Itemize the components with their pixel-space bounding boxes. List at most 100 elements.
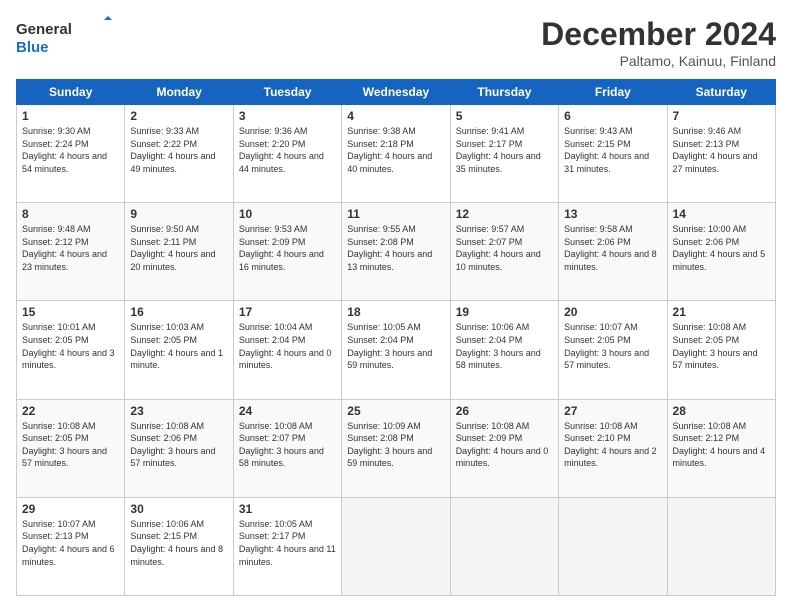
day-cell-23: 23 Sunrise: 10:08 AMSunset: 2:06 PMDayli…: [125, 399, 233, 497]
day-cell-7: 7 Sunrise: 9:46 AMSunset: 2:13 PMDayligh…: [667, 105, 775, 203]
day-info: Sunrise: 10:07 AMSunset: 2:13 PMDaylight…: [22, 519, 115, 567]
col-sunday: Sunday: [17, 80, 125, 105]
calendar-row: 29 Sunrise: 10:07 AMSunset: 2:13 PMDayli…: [17, 497, 776, 595]
day-cell-3: 3 Sunrise: 9:36 AMSunset: 2:20 PMDayligh…: [233, 105, 341, 203]
day-number: 23: [130, 404, 227, 418]
day-number: 5: [456, 109, 553, 123]
day-info: Sunrise: 9:46 AMSunset: 2:13 PMDaylight:…: [673, 126, 758, 174]
col-friday: Friday: [559, 80, 667, 105]
logo: General Blue: [16, 16, 116, 56]
day-cell-10: 10 Sunrise: 9:53 AMSunset: 2:09 PMDaylig…: [233, 203, 341, 301]
day-cell-19: 19 Sunrise: 10:06 AMSunset: 2:04 PMDayli…: [450, 301, 558, 399]
day-number: 29: [22, 502, 119, 516]
day-number: 12: [456, 207, 553, 221]
day-number: 4: [347, 109, 444, 123]
day-info: Sunrise: 9:57 AMSunset: 2:07 PMDaylight:…: [456, 224, 541, 272]
day-cell-27: 27 Sunrise: 10:08 AMSunset: 2:10 PMDayli…: [559, 399, 667, 497]
day-info: Sunrise: 9:36 AMSunset: 2:20 PMDaylight:…: [239, 126, 324, 174]
day-cell-2: 2 Sunrise: 9:33 AMSunset: 2:22 PMDayligh…: [125, 105, 233, 203]
logo-svg: General Blue: [16, 16, 116, 56]
day-info: Sunrise: 9:50 AMSunset: 2:11 PMDaylight:…: [130, 224, 215, 272]
day-cell-9: 9 Sunrise: 9:50 AMSunset: 2:11 PMDayligh…: [125, 203, 233, 301]
day-info: Sunrise: 10:07 AMSunset: 2:05 PMDaylight…: [564, 322, 649, 370]
day-info: Sunrise: 10:08 AMSunset: 2:10 PMDaylight…: [564, 421, 657, 469]
day-number: 8: [22, 207, 119, 221]
day-info: Sunrise: 9:53 AMSunset: 2:09 PMDaylight:…: [239, 224, 324, 272]
calendar-table: Sunday Monday Tuesday Wednesday Thursday…: [16, 79, 776, 596]
day-info: Sunrise: 10:08 AMSunset: 2:12 PMDaylight…: [673, 421, 766, 469]
day-info: Sunrise: 10:06 AMSunset: 2:15 PMDaylight…: [130, 519, 223, 567]
svg-text:General: General: [16, 21, 72, 38]
day-info: Sunrise: 10:08 AMSunset: 2:05 PMDaylight…: [22, 421, 107, 469]
empty-cell: [450, 497, 558, 595]
day-info: Sunrise: 10:01 AMSunset: 2:05 PMDaylight…: [22, 322, 115, 370]
day-number: 15: [22, 305, 119, 319]
day-cell-12: 12 Sunrise: 9:57 AMSunset: 2:07 PMDaylig…: [450, 203, 558, 301]
day-info: Sunrise: 10:05 AMSunset: 2:17 PMDaylight…: [239, 519, 336, 567]
day-number: 17: [239, 305, 336, 319]
day-number: 3: [239, 109, 336, 123]
day-number: 13: [564, 207, 661, 221]
day-cell-20: 20 Sunrise: 10:07 AMSunset: 2:05 PMDayli…: [559, 301, 667, 399]
empty-cell: [667, 497, 775, 595]
day-number: 9: [130, 207, 227, 221]
day-info: Sunrise: 10:00 AMSunset: 2:06 PMDaylight…: [673, 224, 766, 272]
empty-cell: [342, 497, 450, 595]
day-cell-5: 5 Sunrise: 9:41 AMSunset: 2:17 PMDayligh…: [450, 105, 558, 203]
day-info: Sunrise: 10:03 AMSunset: 2:05 PMDaylight…: [130, 322, 223, 370]
day-number: 6: [564, 109, 661, 123]
location: Paltamo, Kainuu, Finland: [541, 53, 776, 69]
title-block: December 2024 Paltamo, Kainuu, Finland: [541, 16, 776, 69]
svg-text:Blue: Blue: [16, 39, 49, 56]
day-cell-30: 30 Sunrise: 10:06 AMSunset: 2:15 PMDayli…: [125, 497, 233, 595]
calendar-page: General Blue December 2024 Paltamo, Kain…: [0, 0, 792, 612]
day-cell-31: 31 Sunrise: 10:05 AMSunset: 2:17 PMDayli…: [233, 497, 341, 595]
day-cell-18: 18 Sunrise: 10:05 AMSunset: 2:04 PMDayli…: [342, 301, 450, 399]
calendar-row: 8 Sunrise: 9:48 AMSunset: 2:12 PMDayligh…: [17, 203, 776, 301]
day-number: 7: [673, 109, 770, 123]
day-cell-22: 22 Sunrise: 10:08 AMSunset: 2:05 PMDayli…: [17, 399, 125, 497]
day-cell-25: 25 Sunrise: 10:09 AMSunset: 2:08 PMDayli…: [342, 399, 450, 497]
day-info: Sunrise: 9:41 AMSunset: 2:17 PMDaylight:…: [456, 126, 541, 174]
day-info: Sunrise: 10:04 AMSunset: 2:04 PMDaylight…: [239, 322, 332, 370]
day-number: 21: [673, 305, 770, 319]
day-info: Sunrise: 9:30 AMSunset: 2:24 PMDaylight:…: [22, 126, 107, 174]
day-cell-16: 16 Sunrise: 10:03 AMSunset: 2:05 PMDayli…: [125, 301, 233, 399]
day-cell-24: 24 Sunrise: 10:08 AMSunset: 2:07 PMDayli…: [233, 399, 341, 497]
day-number: 31: [239, 502, 336, 516]
day-info: Sunrise: 9:43 AMSunset: 2:15 PMDaylight:…: [564, 126, 649, 174]
day-number: 22: [22, 404, 119, 418]
day-cell-21: 21 Sunrise: 10:08 AMSunset: 2:05 PMDayli…: [667, 301, 775, 399]
calendar-header-row: Sunday Monday Tuesday Wednesday Thursday…: [17, 80, 776, 105]
day-cell-29: 29 Sunrise: 10:07 AMSunset: 2:13 PMDayli…: [17, 497, 125, 595]
day-info: Sunrise: 10:08 AMSunset: 2:06 PMDaylight…: [130, 421, 215, 469]
header: General Blue December 2024 Paltamo, Kain…: [16, 16, 776, 69]
calendar-row: 1 Sunrise: 9:30 AMSunset: 2:24 PMDayligh…: [17, 105, 776, 203]
day-number: 28: [673, 404, 770, 418]
day-number: 10: [239, 207, 336, 221]
col-thursday: Thursday: [450, 80, 558, 105]
col-tuesday: Tuesday: [233, 80, 341, 105]
day-cell-6: 6 Sunrise: 9:43 AMSunset: 2:15 PMDayligh…: [559, 105, 667, 203]
day-info: Sunrise: 10:06 AMSunset: 2:04 PMDaylight…: [456, 322, 541, 370]
day-cell-26: 26 Sunrise: 10:08 AMSunset: 2:09 PMDayli…: [450, 399, 558, 497]
day-number: 24: [239, 404, 336, 418]
day-info: Sunrise: 9:48 AMSunset: 2:12 PMDaylight:…: [22, 224, 107, 272]
col-monday: Monday: [125, 80, 233, 105]
day-number: 14: [673, 207, 770, 221]
day-info: Sunrise: 9:38 AMSunset: 2:18 PMDaylight:…: [347, 126, 432, 174]
day-number: 20: [564, 305, 661, 319]
day-cell-4: 4 Sunrise: 9:38 AMSunset: 2:18 PMDayligh…: [342, 105, 450, 203]
day-number: 1: [22, 109, 119, 123]
day-info: Sunrise: 10:08 AMSunset: 2:05 PMDaylight…: [673, 322, 758, 370]
col-wednesday: Wednesday: [342, 80, 450, 105]
day-number: 11: [347, 207, 444, 221]
day-number: 18: [347, 305, 444, 319]
empty-cell: [559, 497, 667, 595]
month-title: December 2024: [541, 16, 776, 53]
calendar-row: 15 Sunrise: 10:01 AMSunset: 2:05 PMDayli…: [17, 301, 776, 399]
day-cell-15: 15 Sunrise: 10:01 AMSunset: 2:05 PMDayli…: [17, 301, 125, 399]
col-saturday: Saturday: [667, 80, 775, 105]
day-info: Sunrise: 10:08 AMSunset: 2:07 PMDaylight…: [239, 421, 324, 469]
day-cell-8: 8 Sunrise: 9:48 AMSunset: 2:12 PMDayligh…: [17, 203, 125, 301]
